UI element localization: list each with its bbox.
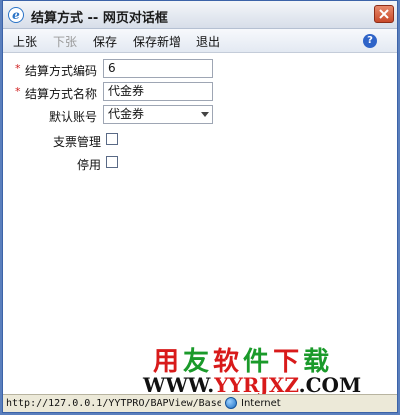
status-bar: http://127.0.0.1/YYTPRO/BAPView/BaseI In… [3, 394, 397, 412]
status-url: http://127.0.0.1/YYTPRO/BAPView/BaseI [6, 398, 221, 409]
name-row: * 结算方式名称 代金券 [3, 82, 397, 102]
dialog-window: e 结算方式 -- 网页对话框 上张 下张 保存 保存新增 退出 ? * 结算方… [2, 0, 398, 413]
prev-button[interactable]: 上张 [13, 33, 37, 50]
close-icon [379, 9, 389, 19]
code-label: 结算方式编码 [25, 64, 98, 78]
bill-mgmt-checkbox[interactable] [106, 133, 118, 145]
globe-icon [225, 397, 237, 409]
chevron-down-icon[interactable] [201, 112, 209, 117]
disabled-label: 停用 [77, 158, 102, 172]
title-bar[interactable]: e 结算方式 -- 网页对话框 [3, 1, 397, 29]
security-zone: Internet [241, 398, 281, 409]
code-input[interactable]: 6 [103, 59, 213, 78]
name-input[interactable]: 代金券 [103, 82, 213, 101]
disabled-checkbox[interactable] [106, 156, 118, 168]
disabled-row: 停用 [3, 153, 397, 173]
name-label: 结算方式名称 [25, 87, 98, 101]
help-icon[interactable]: ? [363, 34, 377, 48]
required-mark: * [15, 85, 21, 98]
account-select[interactable]: 代金券 [103, 105, 213, 124]
save-and-new-button[interactable]: 保存新增 [133, 33, 181, 50]
bill-mgmt-label: 支票管理 [53, 135, 102, 149]
toolbar: 上张 下张 保存 保存新增 退出 ? [3, 29, 397, 53]
bill-mgmt-row: 支票管理 [3, 130, 397, 150]
account-label: 默认账号 [49, 110, 98, 124]
code-row: * 结算方式编码 6 [3, 59, 397, 79]
save-button[interactable]: 保存 [93, 33, 117, 50]
next-button: 下张 [53, 35, 78, 49]
window-title: 结算方式 -- 网页对话框 [31, 11, 168, 26]
ie-icon: e [8, 7, 24, 23]
required-mark: * [15, 62, 21, 75]
account-row: 默认账号 代金券 [3, 105, 397, 125]
close-button[interactable] [374, 5, 394, 23]
exit-button[interactable]: 退出 [196, 33, 220, 50]
account-select-value: 代金券 [108, 107, 145, 121]
